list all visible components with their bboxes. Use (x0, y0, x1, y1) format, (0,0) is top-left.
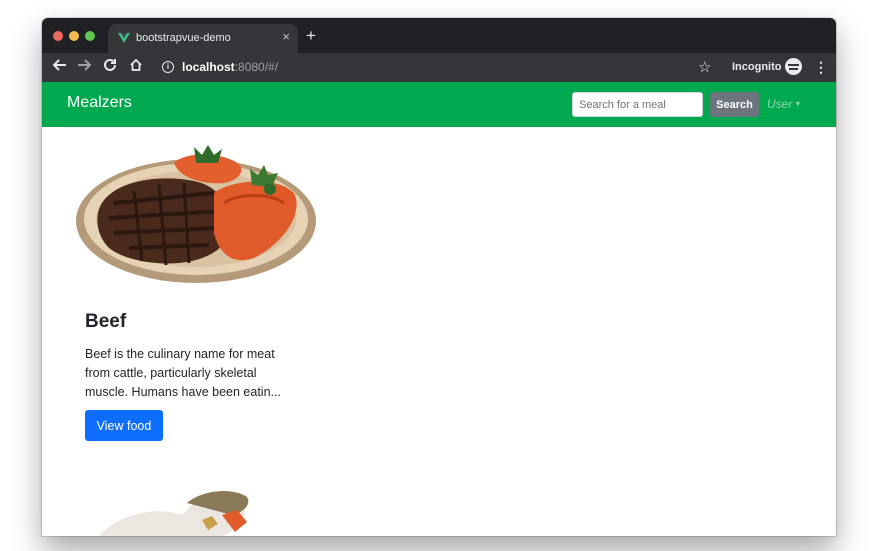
url-path: :8080/#/ (234, 60, 279, 74)
user-dropdown-label: User (767, 97, 793, 111)
reload-icon[interactable] (100, 58, 120, 78)
back-icon[interactable] (50, 58, 70, 78)
star-icon[interactable]: ☆ (698, 58, 711, 76)
search-button[interactable]: Search (710, 92, 759, 117)
search-input[interactable] (572, 92, 703, 117)
maximize-window-button[interactable] (85, 31, 95, 41)
browser-window: bootstrapvue-demo × + i localhost:8080/#… (42, 18, 836, 536)
url-host: localhost (182, 60, 235, 74)
tab-title: bootstrapvue-demo (136, 32, 231, 44)
incognito-label: Incognito (732, 61, 782, 73)
menu-icon[interactable]: ⋮ (814, 59, 828, 75)
vue-logo-icon (118, 33, 130, 43)
browser-toolbar: i localhost:8080/#/ ☆ Incognito ⋮ (42, 53, 836, 82)
incognito-icon[interactable] (785, 58, 802, 75)
card-title: Beef (85, 311, 127, 332)
caret-down-icon: ▼ (794, 101, 802, 109)
brand-link[interactable]: Mealzers (67, 94, 132, 112)
info-icon[interactable]: i (162, 61, 174, 73)
close-window-button[interactable] (53, 31, 63, 41)
card-text: Beef is the culinary name for meat from … (85, 347, 281, 399)
beef-image (76, 145, 316, 283)
new-tab-button[interactable]: + (306, 27, 316, 44)
next-food-image (99, 491, 249, 536)
tab-strip: bootstrapvue-demo × + (42, 18, 836, 53)
user-dropdown[interactable]: User ▼ (767, 97, 801, 111)
minimize-window-button[interactable] (69, 31, 79, 41)
tab-close-icon[interactable]: × (282, 30, 290, 44)
forward-icon[interactable] (74, 58, 94, 78)
address-bar[interactable]: localhost:8080/#/ (182, 60, 278, 74)
browser-tab[interactable]: bootstrapvue-demo × (108, 24, 298, 53)
home-icon[interactable] (126, 58, 146, 78)
view-food-button[interactable]: View food (85, 410, 163, 441)
app-navbar: Mealzers Search User▼ (42, 82, 836, 127)
main-content: Beef Beef is the culinary name for meat … (42, 127, 836, 536)
